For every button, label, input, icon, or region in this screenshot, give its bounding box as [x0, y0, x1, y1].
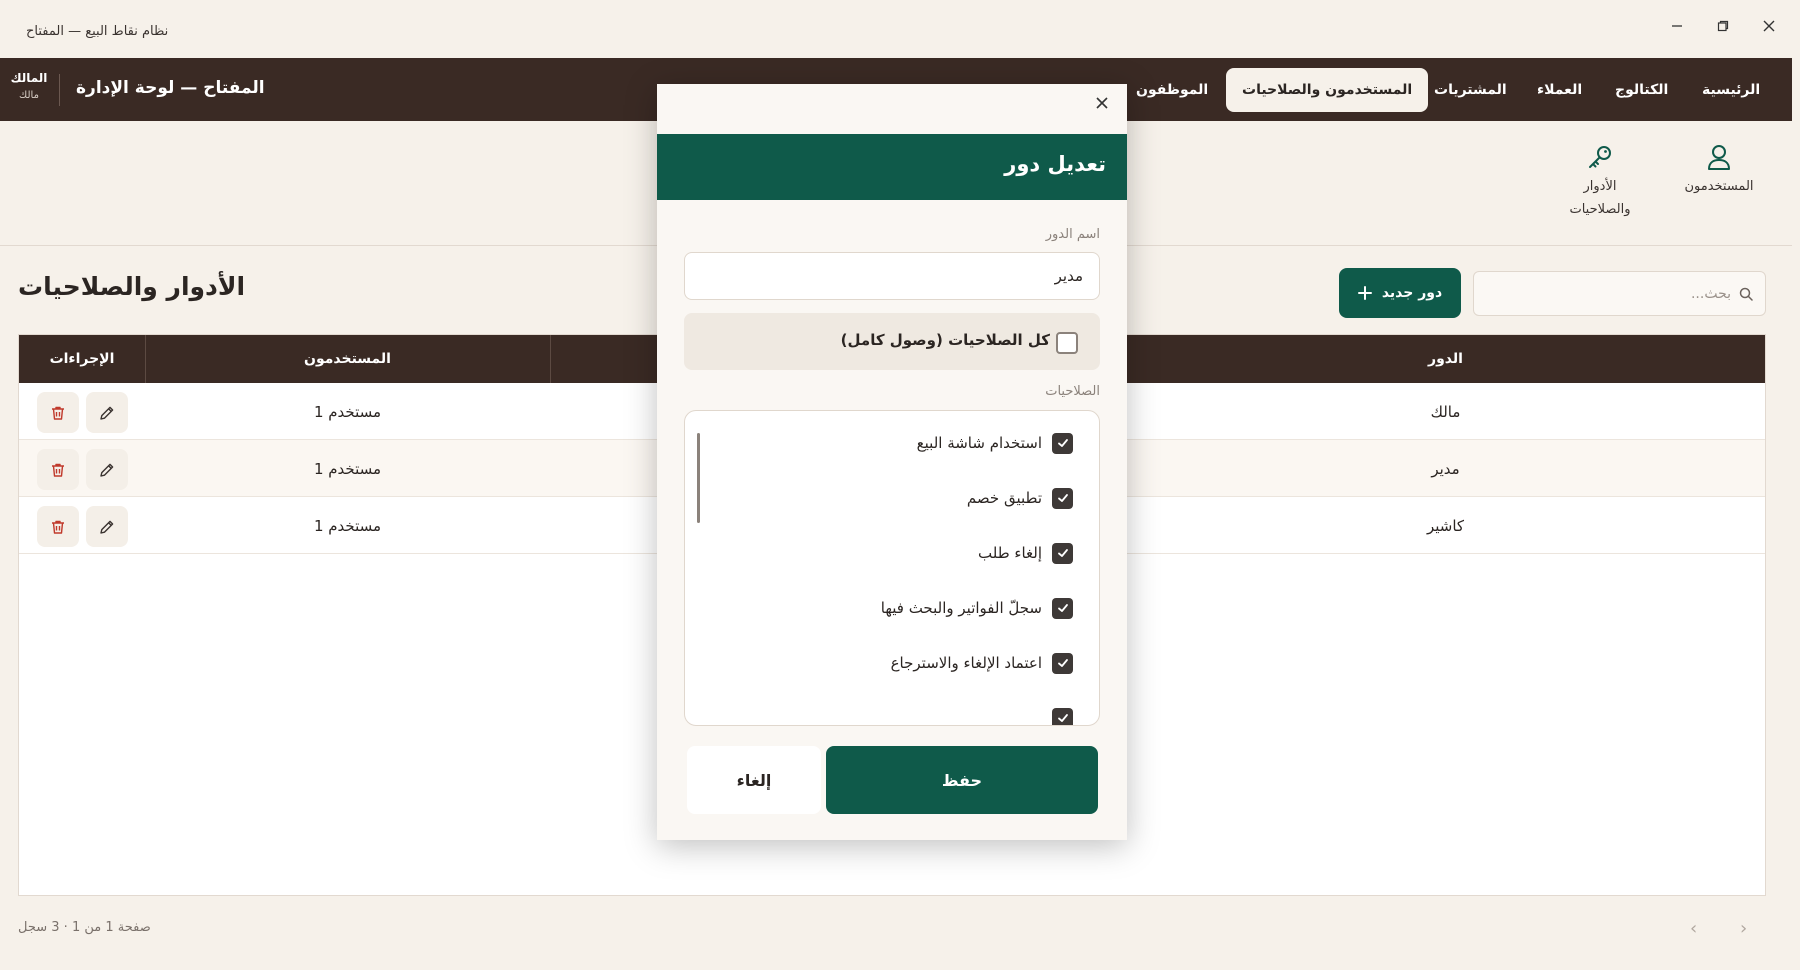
checkbox-checked-icon[interactable] [1052, 542, 1073, 564]
cell-users: 1 مستخدم [313, 459, 382, 478]
cell-role: مدير [1431, 459, 1460, 478]
window-titlebar: نظام نقاط البيع — المفتاح [0, 0, 1800, 58]
delete-button[interactable] [37, 449, 79, 490]
permission-label: سجلّ الفواتير والبحث فيها [880, 599, 1042, 617]
column-separator [145, 335, 146, 383]
current-user[interactable]: المالك مالك [10, 71, 48, 101]
checkbox-checked-icon[interactable] [1052, 487, 1073, 509]
all-permissions-checkbox[interactable] [1056, 332, 1078, 354]
permission-item[interactable]: استخدام شاشة البيع [917, 430, 1073, 456]
minimize-icon[interactable] [1663, 14, 1691, 38]
permission-label: اعتماد الإلغاء والاسترجاع [890, 654, 1042, 672]
pencil-icon [100, 463, 114, 477]
all-permissions-toggle[interactable]: كل الصلاحيات (وصول كامل) [684, 313, 1100, 370]
checkbox-checked-icon[interactable] [1052, 597, 1073, 619]
scrollbar-thumb[interactable] [697, 433, 700, 523]
close-window-icon[interactable] [1755, 14, 1783, 38]
nav-tab-customers[interactable]: العملاء [1521, 68, 1598, 112]
permissions-list[interactable]: استخدام شاشة البيع تطبيق خصم إلغاء طلب س… [684, 410, 1100, 726]
plus-icon [1357, 286, 1372, 300]
column-separator [550, 335, 551, 383]
edit-button[interactable] [86, 392, 128, 433]
window-title: نظام نقاط البيع — المفتاح [26, 24, 169, 39]
subnav-label-users: المستخدمون [1684, 179, 1754, 194]
save-button[interactable]: حفظ [826, 746, 1098, 814]
trash-icon [52, 520, 64, 534]
subnav-label-roles: الأدوار والصلاحيات [1569, 179, 1631, 217]
permissions-label: الصلاحيات [1045, 384, 1100, 399]
checkbox-checked-icon[interactable] [1052, 432, 1073, 454]
column-header-role: الدور [1428, 351, 1463, 367]
delete-button[interactable] [37, 392, 79, 433]
permission-item[interactable]: اعتماد الإلغاء والاسترجاع [891, 650, 1073, 676]
chevron-right-icon[interactable]: › [1740, 918, 1747, 939]
role-name-input[interactable] [684, 252, 1100, 300]
brand-title: المفتاح — لوحة الإدارة [76, 78, 265, 98]
search-icon [1739, 287, 1753, 301]
permission-item[interactable]: سجلّ الفواتير والبحث فيها [881, 595, 1073, 621]
trash-icon [52, 463, 64, 477]
subnav-item-roles[interactable]: الأدوار والصلاحيات [1555, 143, 1645, 221]
user-icon [1708, 145, 1730, 170]
all-permissions-label: كل الصلاحيات (وصول كامل) [840, 331, 1050, 349]
new-role-button[interactable]: دور جديد [1339, 268, 1461, 318]
checkbox-checked-icon[interactable] [1052, 707, 1073, 725]
dialog-title: تعديل دور [1004, 152, 1106, 176]
column-header-users: المستخدمون [304, 351, 391, 367]
edit-button[interactable] [86, 506, 128, 547]
close-dialog-icon[interactable] [1089, 90, 1115, 116]
permission-item[interactable]: تطبيق خصم [967, 485, 1073, 511]
trash-icon [52, 406, 64, 420]
chevron-left-icon[interactable]: ‹ [1690, 918, 1697, 939]
nav-divider [59, 74, 60, 106]
cell-users: 1 مستخدم [313, 402, 382, 421]
delete-button[interactable] [37, 506, 79, 547]
nav-tab-catalog[interactable]: الكتالوج [1599, 68, 1684, 112]
cell-role: كاشير [1426, 516, 1465, 535]
role-name-label: اسم الدور [1045, 227, 1100, 242]
nav-tab-employees[interactable]: الموظفون [1120, 68, 1224, 112]
user-name: المالك [10, 71, 48, 85]
nav-tab-users-permissions[interactable]: المستخدمون والصلاحيات [1226, 68, 1429, 112]
cell-role: مالك [1430, 402, 1461, 421]
nav-tab-purchases[interactable]: المشتريات [1418, 68, 1523, 112]
permission-item[interactable]: إلغاء طلب [978, 540, 1073, 566]
subnav-item-users[interactable]: المستخدمون [1674, 143, 1764, 198]
pencil-icon [100, 406, 114, 420]
permission-item-partial[interactable] [1052, 705, 1073, 725]
page-title: الأدوار والصلاحيات [18, 272, 246, 301]
new-role-label: دور جديد [1381, 285, 1443, 301]
permission-label: تطبيق خصم [966, 489, 1042, 507]
search-input[interactable] [1511, 285, 1731, 302]
pencil-icon [100, 520, 114, 534]
search-box [1473, 271, 1766, 316]
cancel-button[interactable]: إلغاء [687, 746, 821, 814]
user-role: مالك [19, 90, 39, 101]
checkbox-checked-icon[interactable] [1052, 652, 1073, 674]
edit-role-dialog: تعديل دور اسم الدور كل الصلاحيات (وصول ك… [657, 84, 1127, 840]
column-header-actions: الإجراءات [49, 351, 115, 367]
edit-button[interactable] [86, 449, 128, 490]
key-icon [1589, 146, 1611, 168]
permission-label: إلغاء طلب [978, 544, 1042, 562]
permission-label: استخدام شاشة البيع [916, 434, 1042, 452]
nav-tab-home[interactable]: الرئيسية [1686, 68, 1776, 112]
restore-icon[interactable] [1709, 14, 1737, 38]
pager-status: صفحة 1 من 1 · 3 سجل [18, 920, 151, 935]
dialog-header: تعديل دور [657, 134, 1127, 200]
cell-users: 1 مستخدم [313, 516, 382, 535]
